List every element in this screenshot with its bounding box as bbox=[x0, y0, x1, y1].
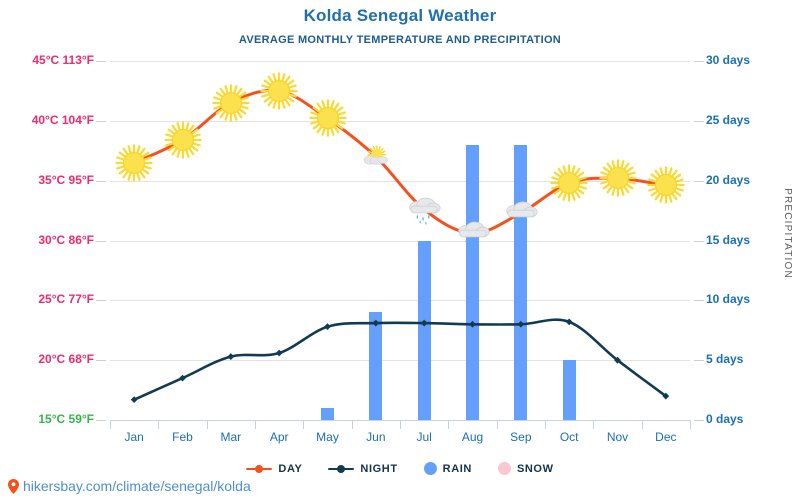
legend-snow-label: SNOW bbox=[516, 462, 554, 475]
legend-snow-swatch bbox=[497, 462, 511, 475]
night-marker-may[interactable] bbox=[324, 323, 331, 331]
night-marker-mar[interactable] bbox=[227, 353, 235, 360]
legend-rain-label: RAIN bbox=[442, 462, 472, 475]
sun-icon-may[interactable] bbox=[308, 99, 347, 138]
sun-icon-nov[interactable] bbox=[598, 159, 637, 197]
legend-day[interactable]: DAY bbox=[246, 463, 302, 475]
rain-icon-aug[interactable] bbox=[454, 214, 492, 252]
temperature-lines bbox=[130, 88, 670, 404]
legend-day-label: DAY bbox=[278, 462, 303, 475]
sun-icon-apr[interactable] bbox=[260, 72, 298, 110]
source-url[interactable]: hikersbay.com/climate/senegal/kolda bbox=[23, 478, 251, 494]
weather-chart: Kolda Senegal Weather AVERAGE MONTHLY TE… bbox=[0, 0, 800, 500]
night-marker-jun[interactable] bbox=[372, 319, 380, 327]
legend-night[interactable]: NIGHT bbox=[328, 463, 397, 475]
night-marker-jul[interactable] bbox=[420, 319, 428, 327]
legend-snow[interactable]: SNOW bbox=[497, 462, 554, 475]
legend-day-swatch bbox=[246, 464, 273, 474]
sun-cloud-icon-jun[interactable] bbox=[361, 142, 391, 172]
chart-legend: DAY NIGHT RAIN SNOW bbox=[0, 462, 800, 475]
night-marker-sep[interactable] bbox=[517, 320, 525, 328]
legend-night-label: NIGHT bbox=[360, 462, 398, 475]
night-marker-aug[interactable] bbox=[469, 320, 476, 328]
night-line bbox=[132, 318, 668, 401]
footer: hikersbay.com/climate/senegal/kolda bbox=[8, 478, 251, 494]
rain-icon-jul[interactable] bbox=[405, 190, 443, 228]
location-pin-icon bbox=[8, 478, 19, 494]
sun-icon-mar[interactable] bbox=[212, 84, 250, 122]
legend-rain-swatch bbox=[423, 462, 437, 475]
sun-icon-feb[interactable] bbox=[163, 121, 202, 159]
sun-icon-dec[interactable] bbox=[647, 166, 685, 205]
sun-icon-jan[interactable] bbox=[115, 143, 153, 182]
rain-icon-sep[interactable] bbox=[502, 194, 540, 232]
sun-icon-oct[interactable] bbox=[550, 164, 588, 202]
legend-night-swatch bbox=[328, 464, 355, 474]
night-marker-apr[interactable] bbox=[275, 349, 283, 357]
legend-rain[interactable]: RAIN bbox=[423, 462, 472, 475]
